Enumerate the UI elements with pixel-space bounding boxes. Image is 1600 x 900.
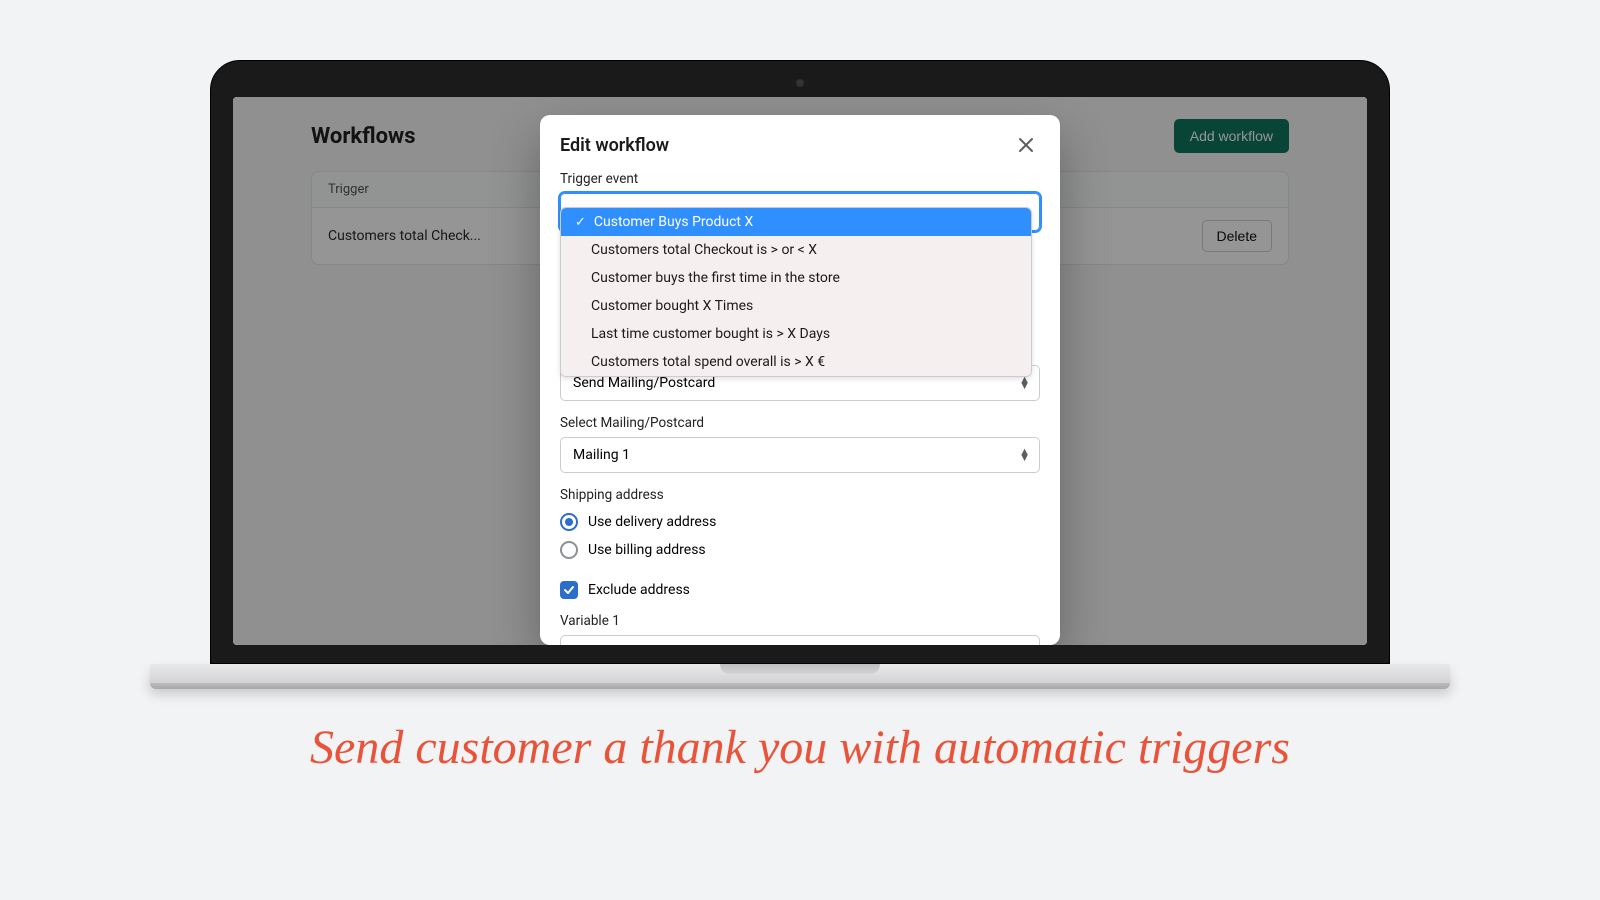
checkbox-icon xyxy=(560,581,578,599)
laptop-base xyxy=(150,664,1450,686)
laptop-bezel: Workflows Add workflow Trigger Customers… xyxy=(210,60,1390,664)
modal-body: Trigger event Customer Buys Product X Cu… xyxy=(540,171,1060,645)
shipping-address-label: Shipping address xyxy=(560,487,1040,503)
radio-billing-label: Use billing address xyxy=(588,542,706,558)
trigger-option[interactable]: Customer bought X Times xyxy=(561,292,1031,320)
radio-icon xyxy=(560,513,578,531)
variable-1-label: Variable 1 xyxy=(560,613,1040,629)
chevron-updown-icon: ▲▼ xyxy=(1019,377,1030,389)
close-button[interactable] xyxy=(1012,131,1040,159)
trigger-option[interactable]: Customer buys the first time in the stor… xyxy=(561,264,1031,292)
exclude-address-checkbox[interactable]: Exclude address xyxy=(560,581,1040,599)
screen: Workflows Add workflow Trigger Customers… xyxy=(233,97,1367,645)
radio-delivery[interactable]: Use delivery address xyxy=(560,513,1040,531)
camera-dot xyxy=(796,79,804,87)
mailing-value: Mailing 1 xyxy=(573,447,630,463)
trigger-event-dropdown: Customer Buys Product X Customers total … xyxy=(560,207,1032,377)
modal-title: Edit workflow xyxy=(560,135,669,156)
chevron-updown-icon: ▲▼ xyxy=(1019,449,1030,461)
action-value: Send Mailing/Postcard xyxy=(573,375,715,391)
radio-delivery-label: Use delivery address xyxy=(588,514,716,530)
trigger-option[interactable]: Last time customer bought is > X Days xyxy=(561,320,1031,348)
laptop-frame: Workflows Add workflow Trigger Customers… xyxy=(210,60,1390,686)
trigger-event-label: Trigger event xyxy=(560,171,1040,187)
trigger-option[interactable]: Customer Buys Product X xyxy=(561,208,1031,236)
select-mailing-label: Select Mailing/Postcard xyxy=(560,415,1040,431)
close-icon xyxy=(1017,136,1035,154)
edit-workflow-modal: Edit workflow Trigger event Customer Buy… xyxy=(540,115,1060,645)
mailing-select[interactable]: Mailing 1 xyxy=(560,437,1040,473)
trigger-option[interactable]: Customers total Checkout is > or < X xyxy=(561,236,1031,264)
radio-billing[interactable]: Use billing address xyxy=(560,541,1040,559)
radio-icon xyxy=(560,541,578,559)
exclude-address-label: Exclude address xyxy=(588,582,690,598)
variable-1-input[interactable] xyxy=(560,635,1040,645)
trigger-option[interactable]: Customers total spend overall is > X € xyxy=(561,348,1031,376)
marketing-caption: Send customer a thank you with automatic… xyxy=(0,720,1600,775)
